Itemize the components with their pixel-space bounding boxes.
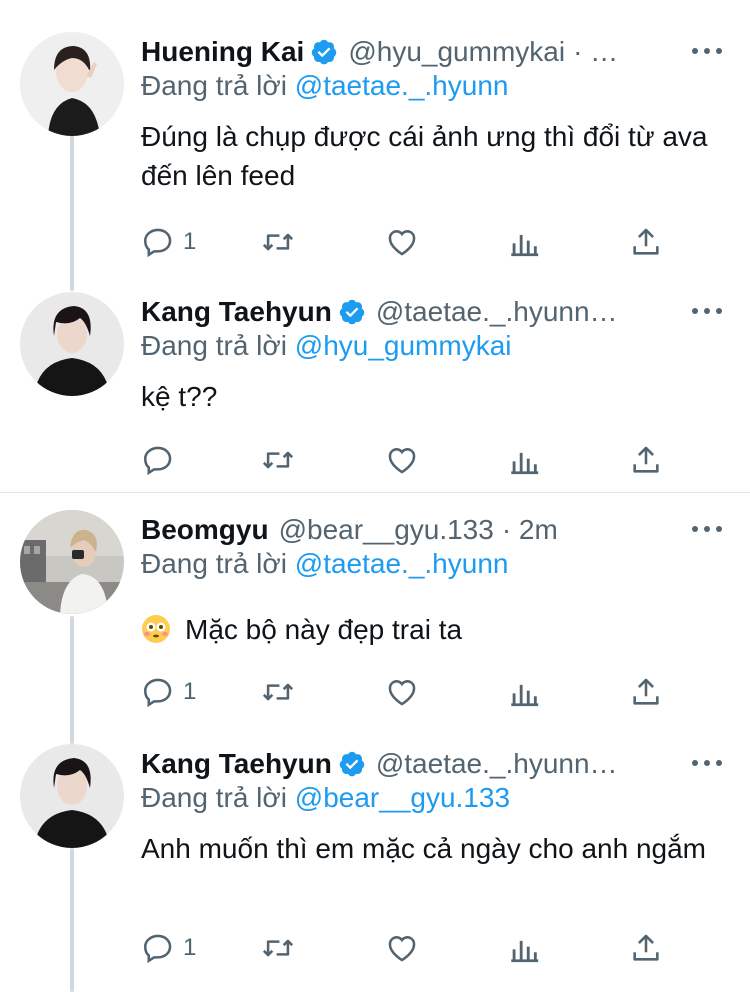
share-icon [633,228,659,255]
reply-count: 1 [183,228,197,255]
retweet-button[interactable] [261,440,295,480]
divider [0,492,750,493]
tweet-header: Beomgyu @bear__gyu.133 · 2m [141,510,730,550]
analytics-icon [511,940,539,963]
analytics-button[interactable] [507,928,541,968]
analytics-button[interactable] [507,222,541,262]
retweet-button[interactable] [261,672,295,712]
replying-to-handle[interactable]: @bear__gyu.133 [295,782,510,813]
share-icon [633,678,659,705]
replying-label: Đang trả lời [141,548,287,579]
display-name[interactable]: Huening Kai [141,36,304,68]
reply-icon [143,934,172,964]
share-button[interactable] [629,928,663,968]
tweet-header: Kang Taehyun @taetae._.hyunn… [141,292,730,332]
retweet-button[interactable] [261,928,295,968]
analytics-button[interactable] [507,440,541,480]
display-name[interactable]: Kang Taehyun [141,748,332,780]
display-name[interactable]: Beomgyu [141,514,269,546]
like-icon [388,680,416,706]
user-handle[interactable]: @taetae._.hyunn… [376,748,618,780]
replying-label: Đang trả lời [141,70,287,101]
like-button[interactable] [385,672,419,712]
replying-label: Đang trả lời [141,330,287,361]
reply-icon [143,678,172,708]
reply-button[interactable]: 1 [141,928,196,968]
avatar[interactable] [20,744,124,848]
reply-button[interactable]: 1 [141,672,196,712]
verified-badge-icon [339,299,365,325]
like-icon [388,230,416,256]
tweet[interactable]: Kang Taehyun @taetae._.hyunn… Đang trả l… [0,292,750,482]
retweet-icon [262,451,294,469]
tweet-header: Huening Kai @hyu_gummykai · … [141,32,730,72]
avatar[interactable] [20,292,124,396]
share-button[interactable] [629,222,663,262]
retweet-icon [262,233,294,251]
reply-button[interactable] [141,440,183,480]
tweet[interactable]: Kang Taehyun @taetae._.hyunn… Đang trả l… [0,744,750,992]
like-icon [388,448,416,474]
more-icon[interactable] [692,296,722,326]
replying-to: Đang trả lời @hyu_gummykai [141,330,512,362]
avatar[interactable] [20,32,124,136]
analytics-button[interactable] [507,672,541,712]
retweet-icon [262,939,294,957]
tweet-text: Anh muốn thì em mặc cả ngày cho anh ngắm [141,833,706,864]
more-icon[interactable] [692,36,722,66]
like-icon [388,936,416,962]
replying-to: Đang trả lời @taetae._.hyunn [141,548,508,580]
avatar[interactable] [20,510,124,614]
tweet[interactable]: Huening Kai @hyu_gummykai · … Đang trả l… [0,32,750,272]
tweet-actions: 1 [141,672,701,712]
replying-to: Đang trả lời @bear__gyu.133 [141,782,510,814]
more-icon[interactable] [692,514,722,544]
share-button[interactable] [629,440,663,480]
like-button[interactable] [385,222,419,262]
like-button[interactable] [385,440,419,480]
tweet-header: Kang Taehyun @taetae._.hyunn… [141,744,730,784]
flushed-face-emoji [142,615,170,643]
verified-badge-icon [339,751,365,777]
share-button[interactable] [629,672,663,712]
tweet-meta: · … [573,36,619,67]
user-handle[interactable]: @bear__gyu.133 [279,514,494,546]
replying-label: Đang trả lời [141,782,287,813]
retweet-button[interactable] [261,222,295,262]
user-handle[interactable]: @taetae._.hyunn… [376,296,618,328]
replying-to: Đang trả lời @taetae._.hyunn [141,70,508,102]
reply-count: 1 [183,678,197,705]
tweet-actions [141,440,701,480]
tweet-actions: 1 [141,928,701,968]
analytics-icon [511,684,539,707]
replying-to-handle[interactable]: @hyu_gummykai [295,330,512,361]
retweet-icon [262,683,294,701]
reply-icon [143,446,172,476]
tweet-meta: · 2m [501,514,558,545]
tweet-text: kệ t?? [141,381,218,412]
replying-to-handle[interactable]: @taetae._.hyunn [295,548,509,579]
display-name[interactable]: Kang Taehyun [141,296,332,328]
verified-badge-icon [312,39,337,65]
tweet-actions: 1 [141,222,701,262]
reply-button[interactable]: 1 [141,222,196,262]
analytics-icon [511,234,539,257]
analytics-icon [511,452,539,475]
reply-icon [143,228,172,258]
more-icon[interactable] [692,748,722,778]
share-icon [633,934,659,961]
tweet[interactable]: Beomgyu @bear__gyu.133 · 2m Đang trả lời… [0,510,750,730]
replying-to-handle[interactable]: @taetae._.hyunn [295,70,509,101]
share-icon [633,446,659,473]
reply-count: 1 [183,934,197,961]
tweet-text: Mặc bộ này đẹp trai ta [185,614,463,645]
user-handle[interactable]: @hyu_gummykai [348,36,565,68]
like-button[interactable] [385,928,419,968]
tweet-text: Đúng là chụp được cái ảnh ưng thì đổi từ… [141,121,708,191]
tweet-text-container: Mặc bộ này đẹp trai ta [141,610,720,649]
